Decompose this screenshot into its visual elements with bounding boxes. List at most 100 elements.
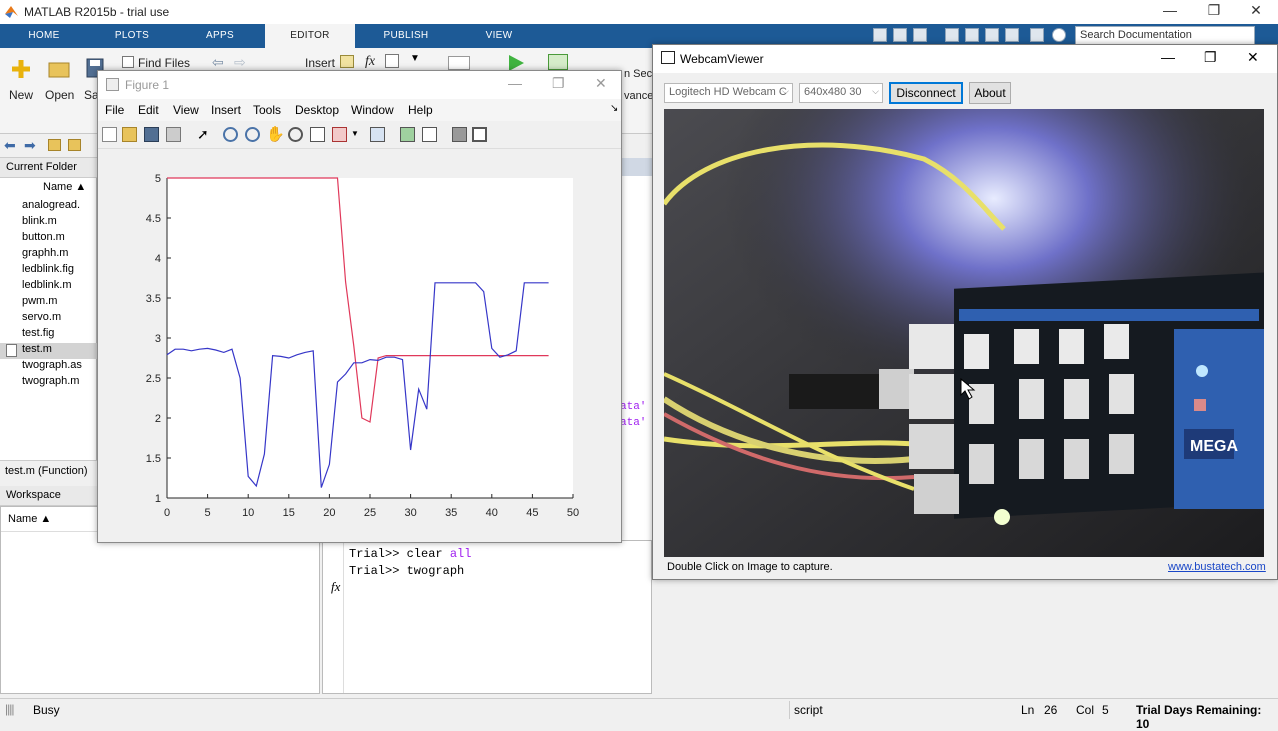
menu-help[interactable]: Help bbox=[408, 103, 433, 117]
back-arrow-icon[interactable]: ⬅ bbox=[4, 137, 16, 154]
comment-icon[interactable] bbox=[385, 54, 399, 68]
new-figure-icon[interactable] bbox=[102, 127, 117, 142]
dock-arrow-icon[interactable]: ↘ bbox=[610, 103, 618, 114]
data-cursor-icon[interactable] bbox=[310, 127, 325, 142]
camera-select[interactable]: Logitech HD Webcam C ⌵ bbox=[664, 83, 793, 103]
advance-label[interactable]: vance bbox=[624, 90, 653, 102]
line-chart[interactable]: 0 5 10 15 20 25 30 35 40 45 50 1 1.5 2 2.5 3 3.5 4 4.5 5 bbox=[98, 149, 621, 542]
file-item[interactable]: button.m bbox=[22, 231, 97, 247]
webcam-minimize-button[interactable]: — bbox=[1161, 49, 1175, 65]
menu-view[interactable]: View bbox=[173, 103, 199, 117]
close-button[interactable]: ✕ bbox=[1236, 2, 1276, 19]
link-plot-icon[interactable] bbox=[370, 127, 385, 142]
webcam-maximize-button[interactable]: ❐ bbox=[1204, 49, 1217, 66]
workspace-name-header[interactable]: Name ▲ bbox=[8, 513, 51, 525]
file-item[interactable]: graphh.m bbox=[22, 247, 97, 263]
tab-editor[interactable]: EDITOR bbox=[265, 24, 355, 48]
tab-plots[interactable]: PLOTS bbox=[88, 24, 176, 48]
menu-tools[interactable]: Tools bbox=[253, 103, 281, 117]
file-item[interactable]: analogread. bbox=[22, 199, 97, 215]
quick-access-icon[interactable] bbox=[945, 28, 959, 42]
new-icon[interactable] bbox=[10, 58, 32, 80]
menu-edit[interactable]: Edit bbox=[138, 103, 159, 117]
print-icon[interactable] bbox=[166, 127, 181, 142]
redo-icon[interactable] bbox=[1005, 28, 1019, 42]
trial-days-remaining: Trial Days Remaining: 10 bbox=[1136, 703, 1262, 731]
webcam-image[interactable]: MEGA bbox=[664, 109, 1264, 557]
maximize-button[interactable]: ❐ bbox=[1194, 2, 1234, 19]
file-item[interactable]: twograph.m bbox=[22, 375, 97, 391]
menu-insert[interactable]: Insert bbox=[211, 103, 241, 117]
quick-access-icon[interactable] bbox=[965, 28, 979, 42]
open-folder-icon[interactable] bbox=[48, 60, 70, 78]
command-window[interactable]: Trial>> clear all Trial>> twograph fx bbox=[322, 540, 652, 694]
menu-window[interactable]: Window bbox=[351, 103, 394, 117]
fx-icon[interactable]: fx bbox=[331, 579, 340, 595]
forward-arrow-icon[interactable]: ➡ bbox=[24, 137, 36, 154]
file-item[interactable]: twograph.as bbox=[22, 359, 97, 375]
hide-plot-tools-icon[interactable] bbox=[452, 127, 467, 142]
webcam-video-feed[interactable]: MEGA bbox=[664, 109, 1264, 557]
quick-access-icon[interactable] bbox=[1030, 28, 1044, 42]
file-item[interactable]: test.fig bbox=[22, 327, 97, 343]
new-button[interactable]: New bbox=[9, 88, 33, 102]
run-section-icon[interactable] bbox=[548, 54, 568, 70]
quick-access-icon[interactable] bbox=[893, 28, 907, 42]
file-item[interactable]: pwm.m bbox=[22, 295, 97, 311]
tab-apps[interactable]: APPS bbox=[176, 24, 264, 48]
browse-folder-icon[interactable] bbox=[68, 139, 81, 151]
webcam-close-button[interactable]: ✕ bbox=[1247, 49, 1259, 66]
bustatech-link[interactable]: www.bustatech.com bbox=[1168, 561, 1266, 573]
legend-icon[interactable] bbox=[422, 127, 437, 142]
editor-tab[interactable] bbox=[622, 158, 652, 176]
figure-close-button[interactable]: ✕ bbox=[595, 75, 607, 92]
file-item[interactable]: ledblink.fig bbox=[22, 263, 97, 279]
show-plot-tools-icon[interactable] bbox=[472, 127, 487, 142]
figure-maximize-button[interactable]: ❐ bbox=[552, 75, 565, 92]
dropdown-arrow-icon[interactable]: ▼ bbox=[410, 53, 420, 64]
quick-access-icon[interactable] bbox=[873, 28, 887, 42]
tab-publish[interactable]: PUBLISH bbox=[358, 24, 454, 48]
zoom-out-icon[interactable] bbox=[245, 127, 260, 142]
open-button[interactable]: Open bbox=[45, 88, 74, 102]
about-button[interactable]: About bbox=[969, 82, 1011, 104]
brush-icon[interactable] bbox=[332, 127, 347, 142]
disconnect-button[interactable]: Disconnect bbox=[889, 82, 963, 104]
x-tick-label: 5 bbox=[205, 507, 211, 519]
help-icon[interactable] bbox=[1052, 28, 1066, 42]
dropdown-arrow-icon[interactable]: ▼ bbox=[351, 129, 359, 138]
undo-icon[interactable] bbox=[985, 28, 999, 42]
rotate-icon[interactable] bbox=[288, 127, 303, 142]
file-item[interactable]: servo.m bbox=[22, 311, 97, 327]
pan-icon[interactable]: ✋ bbox=[266, 125, 285, 143]
tab-view[interactable]: VIEW bbox=[456, 24, 542, 48]
save-figure-icon[interactable] bbox=[144, 127, 159, 142]
name-column-header[interactable]: Name ▲ bbox=[43, 181, 86, 193]
figure-minimize-button[interactable]: — bbox=[508, 75, 522, 91]
up-folder-icon[interactable] bbox=[48, 139, 61, 151]
quick-access-icon[interactable] bbox=[913, 28, 927, 42]
resolution-select[interactable]: 640x480 30 ⌵ bbox=[799, 83, 883, 103]
breakpoint-icon[interactable] bbox=[448, 56, 470, 70]
search-documentation-input[interactable]: Search Documentation bbox=[1075, 26, 1255, 45]
pointer-icon[interactable]: ➚ bbox=[197, 126, 209, 143]
file-item[interactable]: ledblink.m bbox=[22, 279, 97, 295]
current-folder-header: Current Folder bbox=[0, 158, 97, 178]
menu-file[interactable]: File bbox=[105, 103, 124, 117]
find-files-button[interactable]: Find Files bbox=[138, 56, 190, 70]
run-section-label[interactable]: n Sec bbox=[624, 68, 652, 80]
colorbar-icon[interactable] bbox=[400, 127, 415, 142]
fx-button[interactable]: fx bbox=[365, 54, 375, 70]
forward-arrow-icon[interactable]: ⇨ bbox=[234, 54, 246, 71]
menu-desktop[interactable]: Desktop bbox=[295, 103, 339, 117]
file-item[interactable]: test.m bbox=[0, 343, 97, 359]
insert-button[interactable]: Insert bbox=[305, 56, 335, 70]
open-file-icon[interactable] bbox=[122, 127, 137, 142]
tab-home[interactable]: HOME bbox=[0, 24, 88, 48]
back-arrow-icon[interactable]: ⇦ bbox=[212, 54, 224, 71]
zoom-in-icon[interactable] bbox=[223, 127, 238, 142]
plot-area[interactable]: 0 5 10 15 20 25 30 35 40 45 50 1 1.5 2 2.5 3 3.5 4 4.5 5 bbox=[98, 149, 621, 542]
file-item[interactable]: blink.m bbox=[22, 215, 97, 231]
search-icon[interactable]: ⚲ bbox=[1238, 27, 1248, 43]
minimize-button[interactable]: — bbox=[1150, 2, 1190, 18]
